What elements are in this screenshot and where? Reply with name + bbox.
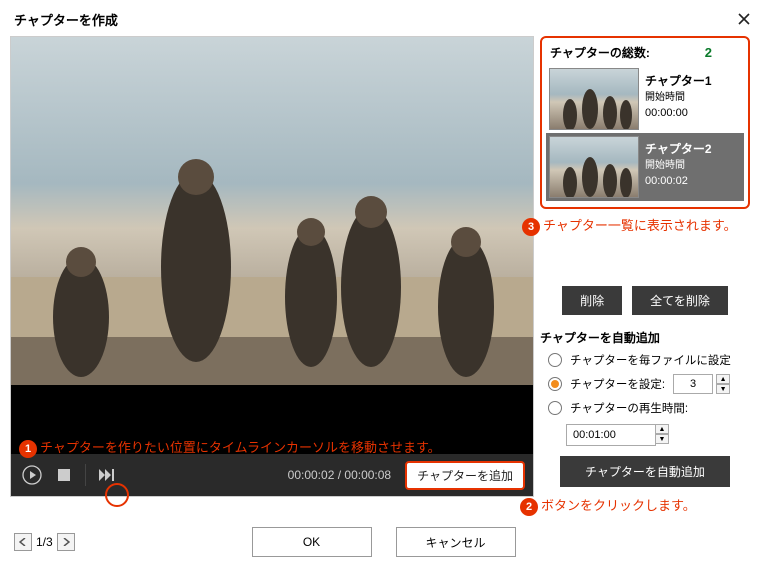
- next-icon: [99, 469, 115, 481]
- time-spinner[interactable]: ▲▼: [655, 424, 669, 444]
- chapter-thumbnail: [549, 136, 639, 198]
- annotation-1-text: チャプターを作りたい位置にタイムラインカーソルを移動させます。: [40, 440, 441, 455]
- close-button[interactable]: [733, 8, 755, 30]
- radio-set-count[interactable]: チャプターを設定: ▲▼: [548, 374, 750, 394]
- radio-play-time-label: チャプターの再生時間:: [570, 400, 688, 416]
- ok-button[interactable]: OK: [252, 527, 372, 557]
- spinner-down-icon[interactable]: ▼: [655, 434, 669, 444]
- pager-text: 1/3: [36, 535, 53, 549]
- chapter-list-item[interactable]: チャプター1 開始時間 00:00:00: [546, 65, 744, 133]
- pager-prev-button[interactable]: [14, 533, 32, 551]
- radio-per-file-label: チャプターを毎ファイルに設定: [570, 352, 731, 368]
- stop-icon: [58, 469, 70, 481]
- window-title: チャプターを作成: [14, 10, 118, 29]
- chapter-start-label: 開始時間: [645, 158, 712, 173]
- chapter-thumbnail: [549, 68, 639, 130]
- annotation-3-text: チャプター一覧に表示されます。: [543, 218, 737, 233]
- radio-per-file[interactable]: チャプターを毎ファイルに設定: [548, 352, 750, 368]
- chapter-title: チャプター2: [645, 140, 712, 158]
- play-icon: [22, 465, 42, 485]
- play-button[interactable]: [19, 462, 45, 488]
- spinner-up-icon[interactable]: ▲: [716, 374, 730, 384]
- annotation-3: 3チャプター一覧に表示されます。: [522, 215, 732, 236]
- player-controls: 00:00:02 / 00:00:08 チャプターを追加: [11, 454, 533, 496]
- next-button[interactable]: [94, 462, 120, 488]
- annotation-1-badge: 1: [19, 440, 37, 458]
- chapter-count-label: チャプターの総数:: [550, 44, 650, 61]
- pager: 1/3: [14, 533, 75, 551]
- annotation-2-text: ボタンをクリックします。: [541, 498, 696, 513]
- chapter-list-panel: チャプターの総数: 2 チャプター1 開始時間 00:00:00 チャプタ: [540, 36, 750, 209]
- chapter-title: チャプター1: [645, 72, 712, 90]
- cancel-button[interactable]: キャンセル: [396, 527, 516, 557]
- annotation-1: 1チャプターを作りたい位置にタイムラインカーソルを移動させます。: [19, 437, 441, 458]
- delete-button[interactable]: 削除: [562, 286, 622, 315]
- annotation-2: 2ボタンをクリックします。: [520, 495, 730, 516]
- chapter-meta: チャプター1 開始時間 00:00:00: [645, 68, 712, 130]
- video-preview: [11, 37, 533, 385]
- time-display: 00:00:02 / 00:00:08: [288, 468, 391, 482]
- add-chapter-button[interactable]: チャプターを追加: [405, 461, 525, 490]
- radio-icon: [548, 377, 562, 391]
- radio-play-time[interactable]: チャプターの再生時間:: [548, 400, 750, 416]
- count-spinner[interactable]: ▲▼: [716, 374, 730, 394]
- dialog-footer: 1/3 OK キャンセル: [0, 514, 767, 570]
- play-time-input[interactable]: [566, 424, 656, 446]
- radio-icon: [548, 401, 562, 415]
- stop-button[interactable]: [51, 462, 77, 488]
- chapter-action-buttons: 削除 全てを削除: [540, 286, 750, 315]
- video-frame-illustration: [11, 37, 533, 385]
- delete-all-button[interactable]: 全てを削除: [632, 286, 728, 315]
- chapter-count-row: チャプターの総数: 2: [546, 42, 744, 65]
- spinner-down-icon[interactable]: ▼: [716, 384, 730, 394]
- annotation-2-badge: 2: [520, 498, 538, 516]
- chapter-count-value: 2: [705, 45, 712, 60]
- chapter-start-label: 開始時間: [645, 90, 712, 105]
- chevron-left-icon: [19, 538, 27, 546]
- chapter-time: 00:00:02: [645, 173, 712, 190]
- close-icon: [737, 12, 751, 26]
- chapter-meta: チャプター2 開始時間 00:00:02: [645, 136, 712, 198]
- auto-add-section-title: チャプターを自動追加: [540, 329, 750, 346]
- radio-icon: [548, 353, 562, 367]
- control-separator: [85, 464, 86, 486]
- spinner-up-icon[interactable]: ▲: [655, 424, 669, 434]
- chapter-count-input[interactable]: [673, 374, 713, 394]
- pager-next-button[interactable]: [57, 533, 75, 551]
- chevron-right-icon: [62, 538, 70, 546]
- annotation-3-badge: 3: [522, 218, 540, 236]
- radio-set-count-label: チャプターを設定:: [570, 376, 665, 392]
- chapter-time: 00:00:00: [645, 105, 712, 122]
- title-bar: チャプターを作成: [0, 0, 767, 36]
- chapter-list-item[interactable]: チャプター2 開始時間 00:00:02: [546, 133, 744, 201]
- auto-add-button[interactable]: チャプターを自動追加: [560, 456, 730, 487]
- video-player-area: 1チャプターを作りたい位置にタイムラインカーソルを移動させます。: [10, 36, 534, 497]
